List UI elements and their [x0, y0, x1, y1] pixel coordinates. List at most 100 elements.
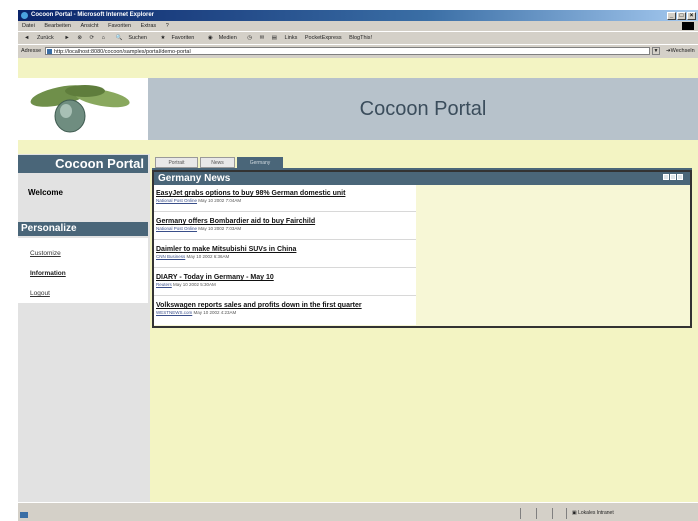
list-item: Germany offers Bombardier aid to buy Fai… [156, 218, 315, 231]
stop-button[interactable]: ⊗ [77, 35, 82, 41]
news-meta: WESTNEWS.com May 10 2002 4:23AM [156, 310, 362, 315]
news-headline-link[interactable]: Germany offers Bombardier aid to buy Fai… [156, 218, 315, 225]
window-title: Cocoon Portal - Microsoft Internet Explo… [31, 12, 155, 18]
list-item: EasyJet grabs options to buy 98% German … [156, 190, 345, 203]
security-zone-label: Lokales Intranet [578, 510, 614, 516]
tab-portrait[interactable]: Portrait [155, 157, 198, 168]
menu-bar: Datei Bearbeiten Ansicht Favoriten Extra… [18, 21, 698, 31]
address-input[interactable]: http://localhost:8080/cocoon/samples/por… [45, 47, 650, 55]
news-date: May 10 2002 5:30AM [173, 282, 216, 287]
news-divider [154, 295, 416, 296]
search-button[interactable]: 🔍 Suchen [112, 35, 150, 41]
news-portlet-title: Germany News [158, 173, 231, 184]
personalize-heading: Personalize [18, 222, 148, 236]
favorites-button[interactable]: ★ Favoriten [158, 35, 198, 41]
news-source-link[interactable]: CNN Business [156, 254, 185, 259]
news-headline-link[interactable]: DIARY - Today in Germany - May 10 [156, 274, 274, 281]
news-date: May 10 2002 7:03AM [198, 226, 242, 231]
news-meta: Reuters May 10 2002 5:30AM [156, 282, 274, 287]
menu-bearbeiten[interactable]: Bearbeiten [44, 23, 71, 29]
links-label: Links [284, 35, 298, 41]
favorites-label: Favoriten [171, 35, 195, 41]
internet-explorer-icon [21, 12, 28, 19]
welcome-text: Welcome [28, 188, 63, 197]
media-button[interactable]: ◉ Medien [205, 35, 240, 41]
list-item: DIARY - Today in Germany - May 10 Reuter… [156, 274, 274, 287]
menu-datei[interactable]: Datei [22, 23, 35, 29]
windows-logo-icon [682, 22, 694, 30]
news-source-link[interactable]: National Post Online [156, 198, 197, 203]
address-dropdown-button[interactable]: ▼ [652, 47, 660, 55]
news-meta: National Post Online May 10 2002 7:04AM [156, 198, 345, 203]
search-label: Suchen [128, 35, 147, 41]
news-portlet-header [154, 172, 690, 185]
media-label: Medien [218, 35, 237, 41]
news-meta: CNN Business May 10 2002 6:36AM [156, 254, 296, 259]
news-divider [154, 239, 416, 240]
news-source-link[interactable]: Reuters [156, 282, 172, 287]
media-icon: ◉ [207, 35, 213, 41]
address-bar: Adresse http://localhost:8080/cocoon/sam… [18, 44, 698, 67]
address-url: http://localhost:8080/cocoon/samples/por… [54, 49, 191, 55]
news-source-link[interactable]: WESTNEWS.com [156, 310, 192, 315]
mail-button[interactable]: ✉ [260, 35, 265, 41]
news-meta: National Post Online May 10 2002 7:03AM [156, 226, 315, 231]
security-zone-text: ▣ Lokales Intranet [572, 510, 614, 516]
information-link[interactable]: Information [30, 270, 66, 277]
menu-help[interactable]: ? [166, 23, 169, 29]
minimize-portlet-icon[interactable] [663, 174, 669, 180]
personalize-links: Customize Information Logout [18, 238, 148, 303]
news-headline-link[interactable]: Daimler to make Mitsubishi SUVs in China [156, 246, 296, 253]
search-icon: 🔍 [115, 35, 123, 41]
star-icon: ★ [160, 35, 166, 41]
menu-ansicht[interactable]: Ansicht [81, 23, 99, 29]
menu-favoriten[interactable]: Favoriten [108, 23, 131, 29]
sidebar [18, 154, 150, 502]
page-status-icon [20, 512, 28, 518]
maximize-portlet-icon[interactable] [670, 174, 676, 180]
window-title-bar[interactable]: Cocoon Portal - Microsoft Internet Explo… [18, 10, 698, 21]
page-icon [47, 49, 52, 54]
status-divider [536, 508, 537, 519]
close-portlet-icon[interactable] [677, 174, 683, 180]
news-date: May 10 2002 6:36AM [186, 254, 230, 259]
news-date: May 10 2002 7:04AM [198, 198, 242, 203]
home-button[interactable]: ⌂ [102, 35, 105, 41]
news-list: EasyJet grabs options to buy 98% German … [154, 185, 416, 325]
back-button[interactable]: ◄ Zurück [21, 35, 57, 41]
status-divider [520, 508, 521, 519]
list-item: Daimler to make Mitsubishi SUVs in China… [156, 246, 296, 259]
link-pocketexpress[interactable]: PocketExpress [305, 35, 342, 41]
minimize-button[interactable]: _ [667, 12, 676, 20]
customize-link[interactable]: Customize [30, 250, 61, 257]
back-arrow-icon: ◄ [24, 35, 30, 41]
maximize-button[interactable]: □ [677, 12, 686, 20]
intranet-zone-icon: ▣ [572, 510, 577, 516]
print-button[interactable]: ▤ [272, 35, 277, 41]
news-divider [154, 211, 416, 212]
cocoon-logo-image [30, 82, 130, 137]
news-headline-link[interactable]: EasyJet grabs options to buy 98% German … [156, 190, 345, 197]
tab-germany[interactable]: Germany [237, 157, 283, 168]
address-label: Adresse [21, 48, 42, 54]
news-headline-link[interactable]: Volkswagen reports sales and profits dow… [156, 302, 362, 309]
status-divider [552, 508, 553, 519]
forward-button[interactable]: ► [64, 35, 69, 41]
link-blogthis[interactable]: BlogThis! [349, 35, 372, 41]
portal-title: Cocoon Portal [359, 98, 487, 120]
menu-extras[interactable]: Extras [141, 23, 157, 29]
list-item: Volkswagen reports sales and profits dow… [156, 302, 362, 315]
news-source-link[interactable]: National Post Online [156, 226, 197, 231]
news-divider [154, 267, 416, 268]
news-date: May 10 2002 4:23AM [193, 310, 237, 315]
back-label: Zurück [36, 35, 54, 41]
browser-toolbar: ◄ Zurück ► ⊗ ⟳ ⌂ 🔍 Suchen ★ Favoriten ◉ Med… [18, 31, 698, 45]
history-button[interactable]: ◷ [247, 35, 252, 41]
close-button[interactable]: × [687, 12, 696, 20]
portlet-window-buttons [662, 174, 683, 182]
sidebar-title: Cocoon Portal [18, 155, 148, 173]
logout-link[interactable]: Logout [30, 290, 50, 297]
refresh-button[interactable]: ⟳ [89, 35, 94, 41]
status-divider [566, 508, 567, 519]
tab-news[interactable]: News [200, 157, 235, 168]
